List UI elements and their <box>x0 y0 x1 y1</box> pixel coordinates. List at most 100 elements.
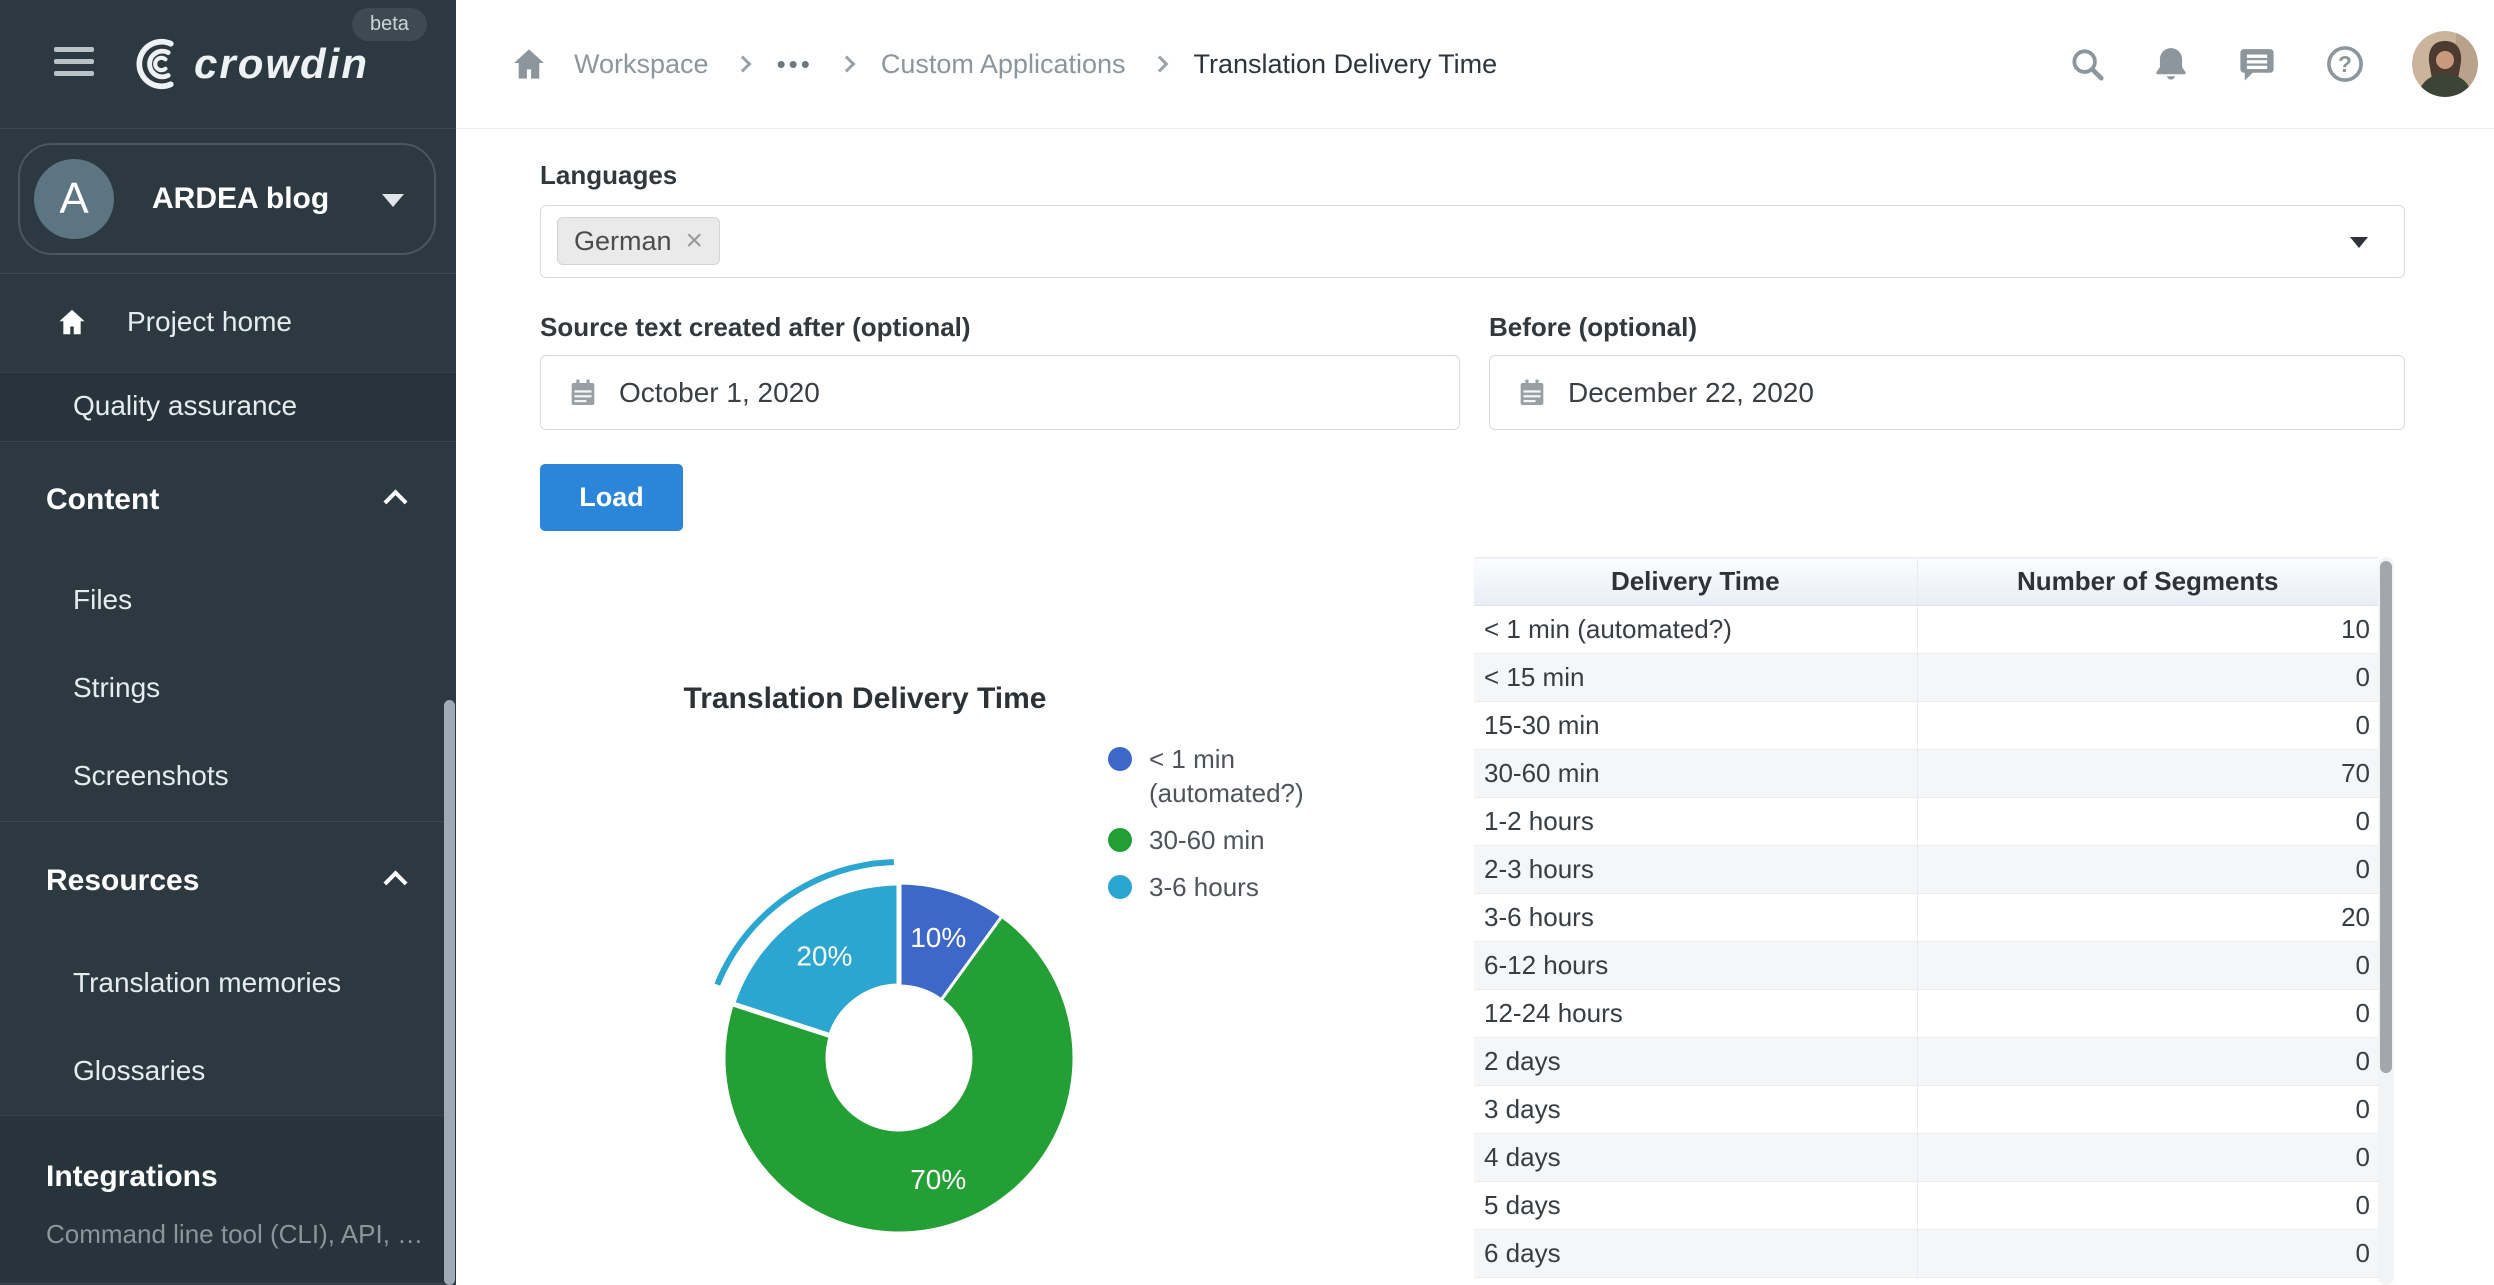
cell-segment-count: 0 <box>1917 1230 2378 1278</box>
breadcrumb-collapsed[interactable]: ••• <box>777 49 813 80</box>
after-date-label: Source text created after (optional) <box>540 312 971 343</box>
calendar-icon <box>1516 377 1548 409</box>
slice-percent-label: 20% <box>796 940 852 971</box>
after-date-input[interactable]: October 1, 2020 <box>540 355 1460 430</box>
before-date-label: Before (optional) <box>1489 312 1697 343</box>
table-row[interactable]: 2-3 hours0 <box>1474 846 2378 894</box>
help-icon[interactable]: ? <box>2324 43 2366 85</box>
table-row[interactable]: 2 days0 <box>1474 1038 2378 1086</box>
sidebar-item-screenshots[interactable]: Screenshots <box>73 758 229 794</box>
cell-segment-count: 0 <box>1917 702 2378 750</box>
cell-delivery-time: 4 days <box>1474 1134 1917 1182</box>
table-scrollbar-track <box>2378 557 2394 1285</box>
cell-segment-count: 0 <box>1917 942 2378 990</box>
table-row[interactable]: 15-30 min0 <box>1474 702 2378 750</box>
sidebar-band <box>0 1115 456 1283</box>
cell-delivery-time: 5 days <box>1474 1182 1917 1230</box>
cell-delivery-time: 30-60 min <box>1474 750 1917 798</box>
table-row[interactable]: < 15 min0 <box>1474 654 2378 702</box>
crowdin-logo[interactable]: crowdin <box>126 34 369 94</box>
sidebar-section-content[interactable]: Content <box>46 482 159 518</box>
svg-text:?: ? <box>2338 51 2352 77</box>
table-row[interactable]: 3 days0 <box>1474 1086 2378 1134</box>
table-row[interactable]: 4 days0 <box>1474 1134 2378 1182</box>
cell-segment-count: 0 <box>1917 1182 2378 1230</box>
chart-legend: < 1 min (automated?) 30-60 min 3-6 hours <box>1108 742 1354 904</box>
user-avatar[interactable] <box>2412 31 2478 97</box>
search-icon[interactable] <box>2068 45 2106 83</box>
cell-delivery-time: 3 days <box>1474 1086 1917 1134</box>
before-date-input[interactable]: December 22, 2020 <box>1489 355 2405 430</box>
logo-text: crowdin <box>194 40 369 88</box>
chevron-right-icon <box>838 56 855 73</box>
legend-item[interactable]: < 1 min (automated?) <box>1108 742 1354 810</box>
legend-item[interactable]: 30-60 min <box>1108 823 1354 857</box>
table-row[interactable]: 1-2 hours0 <box>1474 798 2378 846</box>
table-header-row: Delivery Time Number of Segments <box>1474 558 2378 606</box>
notifications-bell-icon[interactable] <box>2152 44 2190 84</box>
column-header-number-of-segments[interactable]: Number of Segments <box>1917 558 2378 606</box>
table-row[interactable]: 30-60 min70 <box>1474 750 2378 798</box>
top-bar: Workspace ••• Custom Applications Transl… <box>456 0 2494 129</box>
cell-delivery-time: 6 days <box>1474 1230 1917 1278</box>
legend-dot-icon <box>1108 828 1132 852</box>
cell-segment-count: 10 <box>1917 606 2378 654</box>
chevron-up-icon <box>383 489 407 513</box>
table-row[interactable]: 6-12 hours0 <box>1474 942 2378 990</box>
slice-percent-label: 10% <box>910 922 966 953</box>
language-tag[interactable]: German × <box>557 217 720 265</box>
breadcrumb-home-icon[interactable] <box>510 45 548 83</box>
chevron-up-icon <box>383 870 407 894</box>
breadcrumb-workspace[interactable]: Workspace <box>574 49 709 80</box>
table-scrollbar-thumb[interactable] <box>2380 561 2392 1073</box>
sidebar-section-integrations[interactable]: Integrations <box>46 1159 218 1195</box>
cell-delivery-time: 15-30 min <box>1474 702 1917 750</box>
chart-title: Translation Delivery Time <box>640 682 1090 716</box>
divider <box>0 273 456 274</box>
divider <box>0 821 456 822</box>
cell-segment-count: 70 <box>1917 750 2378 798</box>
cell-segment-count: 0 <box>1917 1134 2378 1182</box>
sidebar-section-resources[interactable]: Resources <box>46 863 199 899</box>
table-row[interactable]: 12-24 hours0 <box>1474 990 2378 1038</box>
table-row[interactable]: < 1 min (automated?)10 <box>1474 606 2378 654</box>
sidebar-item-quality-assurance[interactable]: Quality assurance <box>73 388 297 424</box>
sidebar-item-glossaries[interactable]: Glossaries <box>73 1053 205 1089</box>
table-row[interactable]: 6 days0 <box>1474 1230 2378 1278</box>
sidebar-item-files[interactable]: Files <box>73 582 132 618</box>
sidebar-item-strings[interactable]: Strings <box>73 670 160 706</box>
beta-badge: beta <box>352 8 427 41</box>
crowdin-logo-icon <box>126 37 186 91</box>
breadcrumb-current-page: Translation Delivery Time <box>1194 49 1498 80</box>
divider <box>0 1283 456 1284</box>
table-body: < 1 min (automated?)10< 15 min015-30 min… <box>1474 606 2378 1278</box>
column-header-delivery-time[interactable]: Delivery Time <box>1474 558 1917 606</box>
top-icons: ? <box>2068 0 2478 128</box>
cell-delivery-time: < 1 min (automated?) <box>1474 606 1917 654</box>
cell-segment-count: 0 <box>1917 798 2378 846</box>
after-date-value: October 1, 2020 <box>619 377 820 409</box>
cell-delivery-time: < 15 min <box>1474 654 1917 702</box>
cell-segment-count: 0 <box>1917 1038 2378 1086</box>
menu-icon[interactable] <box>54 47 94 80</box>
cell-segment-count: 20 <box>1917 894 2378 942</box>
legend-label: < 1 min (automated?) <box>1149 742 1354 810</box>
breadcrumb-custom-applications[interactable]: Custom Applications <box>881 49 1126 80</box>
dropdown-caret-icon <box>2350 237 2368 248</box>
legend-item[interactable]: 3-6 hours <box>1108 870 1354 904</box>
table-row[interactable]: 5 days0 <box>1474 1182 2378 1230</box>
legend-dot-icon <box>1108 747 1132 771</box>
chevron-right-icon <box>734 56 751 73</box>
remove-language-icon[interactable]: × <box>686 226 704 256</box>
slice-percent-label: 70% <box>910 1164 966 1195</box>
table-row[interactable]: 3-6 hours20 <box>1474 894 2378 942</box>
messages-icon[interactable] <box>2236 43 2278 85</box>
sidebar-item-project-home[interactable]: Project home <box>127 304 292 340</box>
sidebar-item-translation-memories[interactable]: Translation memories <box>73 965 341 1001</box>
sidebar-scrollbar[interactable] <box>444 700 455 1285</box>
load-button[interactable]: Load <box>540 464 683 531</box>
languages-select[interactable]: German × <box>540 205 2405 278</box>
project-selector[interactable]: A ARDEA blog <box>18 143 436 255</box>
legend-label: 3-6 hours <box>1149 870 1259 904</box>
cell-delivery-time: 12-24 hours <box>1474 990 1917 1038</box>
